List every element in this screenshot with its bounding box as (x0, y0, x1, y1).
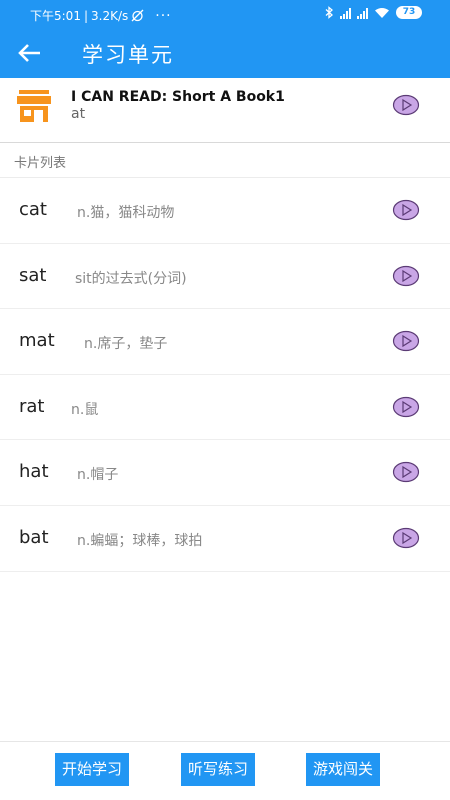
card-definition: n.鼠 (71, 401, 99, 418)
bluetooth-icon (325, 6, 333, 19)
book-title: I CAN READ: Short A Book1 (71, 89, 285, 105)
status-speed: 3.2K/s (91, 8, 129, 23)
game-challenge-button[interactable]: 游戏闯关 (306, 753, 381, 786)
card-row[interactable]: hat n.帽子 (0, 440, 450, 506)
card-word: rat (19, 395, 45, 417)
card-definition: n.蝙蝠；球棒，球拍 (77, 532, 203, 549)
signal-hd-icon (357, 7, 368, 19)
store-icon (17, 90, 51, 122)
dictation-practice-button[interactable]: 听写练习 (181, 753, 256, 786)
card-word: bat (19, 526, 49, 548)
card-row[interactable]: sat sit的过去式(分词) (0, 244, 450, 310)
page-title: 学习单元 (82, 43, 174, 67)
card-play-button[interactable] (392, 527, 420, 549)
card-row[interactable]: rat n.鼠 (0, 375, 450, 441)
card-word: cat (19, 199, 47, 220)
alarm-off-icon (131, 9, 144, 22)
status-time: 下午5:01 (30, 9, 81, 23)
card-definition: n.席子，垫子 (84, 336, 168, 353)
card-definition: n.帽子 (77, 467, 119, 484)
status-right: 73 (325, 6, 422, 19)
play-icon (392, 265, 420, 286)
card-play-button[interactable] (392, 199, 420, 221)
status-divider: | (83, 8, 88, 23)
start-learning-button[interactable]: 开始学习 (55, 753, 130, 786)
card-play-button[interactable] (392, 461, 420, 483)
book-play-button[interactable] (392, 94, 420, 116)
card-row[interactable]: mat n.席子，垫子 (0, 309, 450, 375)
bottom-action-bar: 开始学习 听写练习 游戏闯关 (0, 741, 450, 800)
battery-icon: 73 (396, 6, 422, 19)
card-play-button[interactable] (392, 396, 420, 418)
more-notifications-icon: ··· (155, 7, 172, 24)
card-word: sat (19, 264, 47, 286)
card-word: mat (19, 330, 55, 352)
card-list: cat n.猫，猫科动物 sat sit的过去式(分词) mat n.席子，垫子 (0, 178, 450, 572)
play-icon (392, 462, 420, 483)
card-play-button[interactable] (392, 330, 420, 352)
card-word: hat (19, 461, 49, 483)
card-row[interactable]: bat n.蝙蝠；球棒，球拍 (0, 506, 450, 572)
play-icon (392, 94, 420, 116)
book-header: I CAN READ: Short A Book1 at (0, 78, 450, 143)
play-icon (392, 527, 420, 549)
app-bar: 学习单元 (0, 28, 450, 78)
section-label: 卡片列表 (14, 156, 67, 171)
card-play-button[interactable] (392, 265, 420, 287)
play-icon (392, 199, 420, 221)
back-button[interactable] (16, 40, 44, 66)
arrow-left-icon (18, 44, 40, 62)
signal-icon (340, 7, 351, 19)
play-icon (392, 396, 420, 417)
card-row[interactable]: cat n.猫，猫科动物 (0, 178, 450, 244)
wifi-icon (375, 7, 389, 18)
status-bar: 下午5:01 | 3.2K/s ··· 73 (0, 0, 450, 28)
card-definition: sit的过去式(分词) (75, 270, 187, 287)
card-definition: n.猫，猫科动物 (77, 205, 175, 221)
status-left: 下午5:01 | 3.2K/s ··· (30, 7, 172, 24)
book-subtitle: at (71, 106, 86, 122)
play-icon (392, 331, 420, 352)
